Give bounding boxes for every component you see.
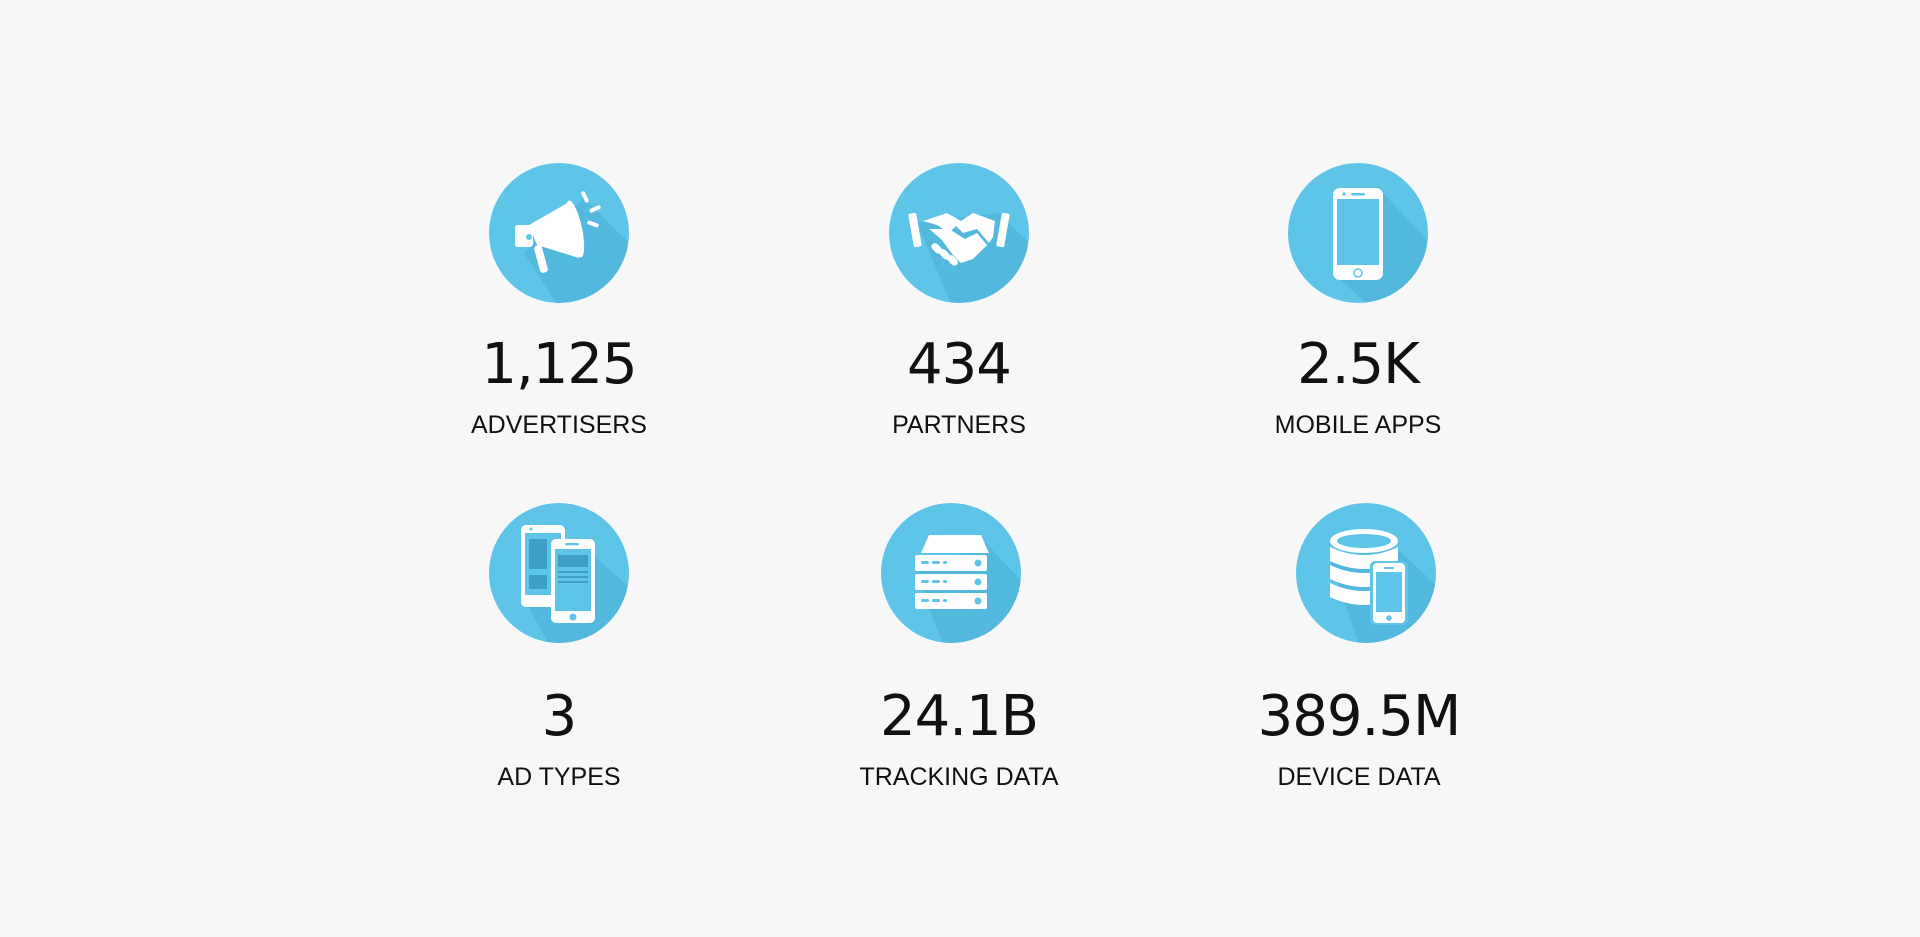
stat-icon-badge [1288,163,1428,303]
stat-ad-types: 3 AD TYPES [399,503,719,793]
stat-tracking-data: 24.1B TRACKING DATA [799,503,1119,793]
stat-advertisers: 1,125 ADVERTISERS [399,163,719,453]
stat-label: DEVICE DATA [1277,763,1441,791]
stat-value: 2.5K [1297,332,1420,397]
stat-label: TRACKING DATA [859,763,1059,791]
ad-screens-icon [489,503,629,643]
stat-value: 389.5M [1257,684,1462,749]
stat-value: 24.1B [879,684,1039,749]
megaphone-icon [489,163,629,303]
stat-label: MOBILE APPS [1274,411,1442,439]
stat-partners: 434 PARTNERS [799,163,1119,453]
stat-icon-badge [1296,503,1436,643]
stat-value: 3 [541,684,578,749]
database-device-icon [1296,503,1436,643]
stat-device-data: 389.5M DEVICE DATA [1199,503,1519,793]
stats-page: 1,125 ADVERTISERS 434 PARTNERS 2.5K MOBI… [0,0,1920,937]
stat-value: 434 [907,332,1012,397]
stat-mobile-apps: 2.5K MOBILE APPS [1198,163,1518,453]
stat-label: PARTNERS [892,411,1026,439]
stat-icon-badge [489,503,629,643]
stat-icon-badge [489,163,629,303]
handshake-icon [889,163,1029,303]
stat-icon-badge [881,503,1021,643]
stat-label: AD TYPES [497,763,621,791]
stat-value: 1,125 [481,332,637,397]
smartphone-icon [1288,163,1428,303]
server-stack-icon [881,503,1021,643]
stat-label: ADVERTISERS [471,411,647,439]
stat-icon-badge [889,163,1029,303]
